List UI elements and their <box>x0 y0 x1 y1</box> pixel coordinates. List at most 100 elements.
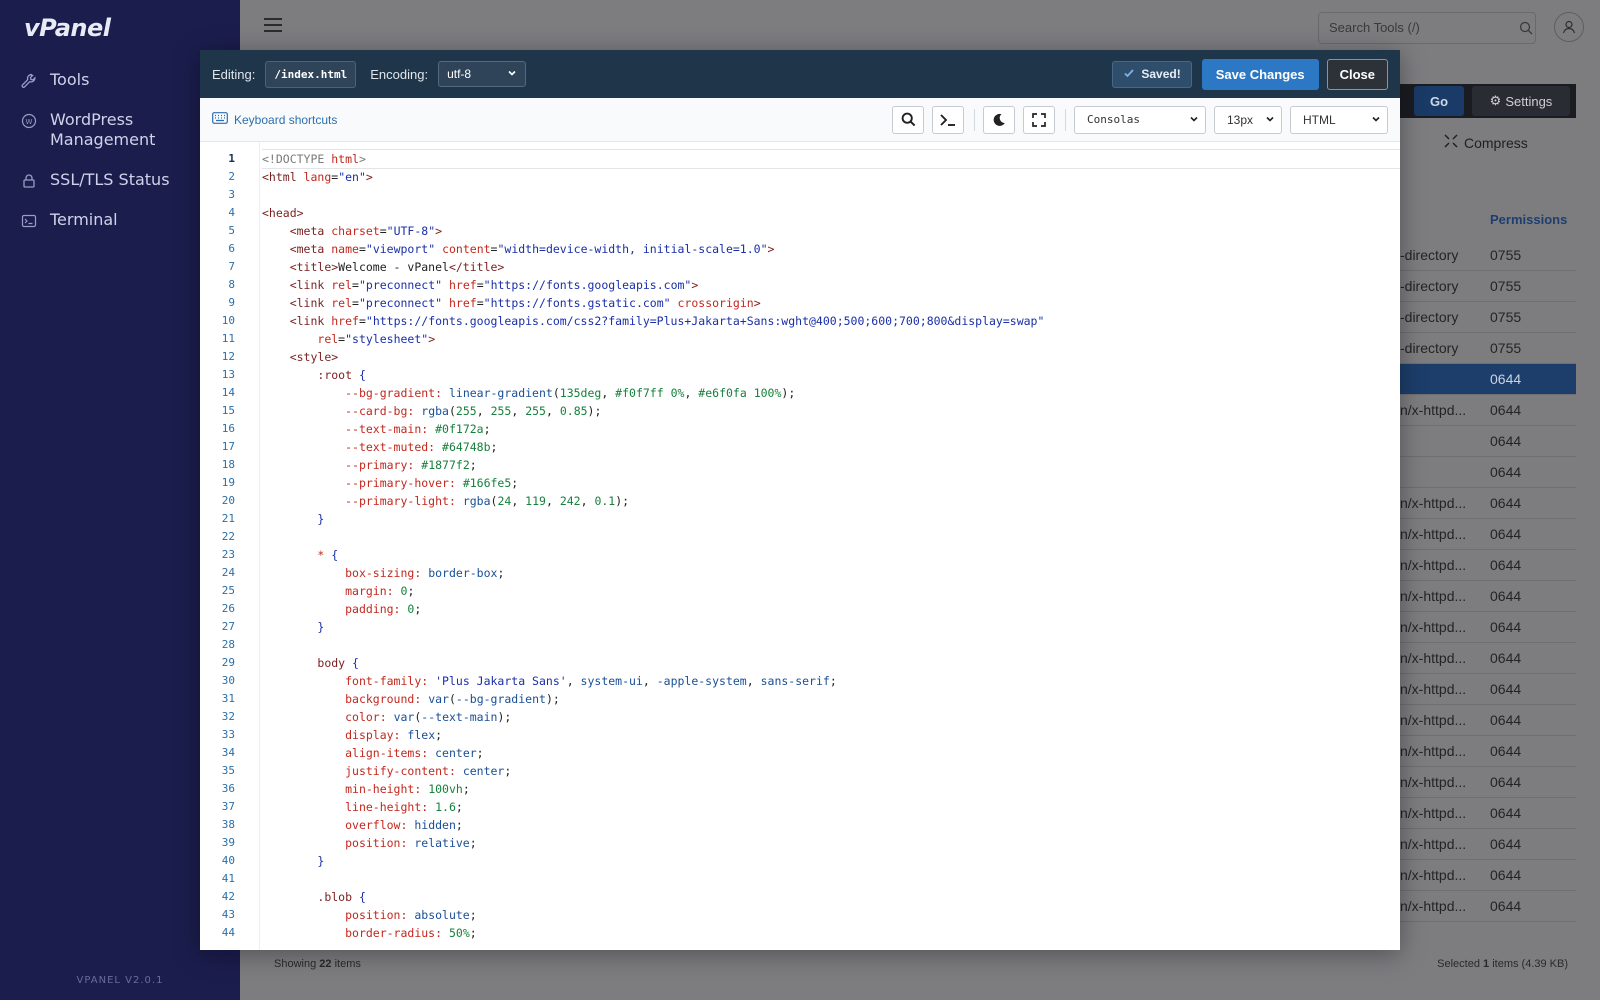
sidebar-item-label: Tools <box>50 70 90 89</box>
search-icon[interactable] <box>1519 20 1533 35</box>
lock-icon <box>20 172 38 190</box>
code-line[interactable]: <link rel="preconnect" href="https://fon… <box>262 294 1400 312</box>
code-content[interactable]: <!DOCTYPE html> <html lang="en"> <head> <… <box>262 142 1400 950</box>
command-palette-button[interactable] <box>932 105 964 134</box>
table-row[interactable]: n/x-httpd... 0644 <box>1400 550 1576 581</box>
code-line[interactable]: display: flex; <box>262 726 1400 744</box>
code-line[interactable]: box-sizing: border-box; <box>262 564 1400 582</box>
table-row[interactable]: n/x-httpd... 0644 <box>1400 767 1576 798</box>
find-button[interactable] <box>892 105 924 134</box>
code-line[interactable]: --primary: #1877f2; <box>262 456 1400 474</box>
table-row[interactable]: -directory 0755 <box>1400 302 1576 333</box>
font-family-select[interactable]: Consolas <box>1074 105 1206 134</box>
code-line[interactable]: } <box>262 618 1400 636</box>
table-row[interactable]: n/x-httpd... 0644 <box>1400 612 1576 643</box>
file-type-cell: n/x-httpd... <box>1400 557 1467 573</box>
code-line[interactable]: --primary-light: rgba(24, 119, 242, 0.1)… <box>262 492 1400 510</box>
code-line[interactable]: --text-main: #0f172a; <box>262 420 1400 438</box>
code-line[interactable] <box>262 636 1400 654</box>
table-row[interactable]: -directory 0755 <box>1400 271 1576 302</box>
compress-button[interactable]: Compress <box>1444 134 1528 151</box>
code-line[interactable]: <link rel="preconnect" href="https://fon… <box>262 276 1400 294</box>
code-line[interactable]: .blob { <box>262 888 1400 906</box>
code-line[interactable] <box>262 528 1400 546</box>
table-row[interactable]: n/x-httpd... 0644 <box>1400 488 1576 519</box>
table-row[interactable]: n/x-httpd... 0644 <box>1400 581 1576 612</box>
table-row[interactable]: n/x-httpd... 0644 <box>1400 891 1576 922</box>
code-line[interactable]: * { <box>262 546 1400 564</box>
table-row[interactable]: -directory 0755 <box>1400 240 1576 271</box>
code-line[interactable]: <head> <box>262 204 1400 222</box>
code-line[interactable] <box>262 870 1400 888</box>
table-row[interactable]: n/x-httpd... 0644 <box>1400 705 1576 736</box>
code-line[interactable]: font-family: 'Plus Jakarta Sans', system… <box>262 672 1400 690</box>
code-line[interactable]: padding: 0; <box>262 600 1400 618</box>
line-number: 16 <box>221 422 235 435</box>
app-logo[interactable]: vPanel <box>24 14 111 42</box>
code-line[interactable]: line-height: 1.6; <box>262 798 1400 816</box>
code-line[interactable]: <html lang="en"> <box>262 168 1400 186</box>
table-row[interactable]: n/x-httpd... 0644 <box>1400 643 1576 674</box>
code-line[interactable]: } <box>262 510 1400 528</box>
fullscreen-button[interactable] <box>1023 105 1055 134</box>
code-line[interactable]: min-height: 100vh; <box>262 780 1400 798</box>
table-row[interactable]: n/x-httpd... 0644 <box>1400 736 1576 767</box>
encoding-select[interactable]: utf-8 <box>438 61 527 87</box>
table-row[interactable]: 0644 <box>1400 364 1576 395</box>
settings-button[interactable]: ⚙ Settings <box>1472 86 1570 116</box>
language-mode-select[interactable]: HTML <box>1290 105 1388 134</box>
table-row[interactable]: n/x-httpd... 0644 <box>1400 829 1576 860</box>
line-number: 29 <box>221 656 235 669</box>
permissions-column-header[interactable]: Permissions <box>1490 212 1567 227</box>
user-avatar-button[interactable] <box>1554 12 1584 42</box>
permissions-cell: 0644 <box>1490 836 1522 852</box>
code-line[interactable]: align-items: center; <box>262 744 1400 762</box>
code-line[interactable]: --primary-hover: #166fe5; <box>262 474 1400 492</box>
code-line[interactable]: justify-content: center; <box>262 762 1400 780</box>
code-line[interactable]: <meta name="viewport" content="width=dev… <box>262 240 1400 258</box>
close-button[interactable]: Close <box>1326 58 1388 90</box>
code-line[interactable]: position: relative; <box>262 834 1400 852</box>
search-input[interactable]: Search Tools (/) <box>1318 12 1536 44</box>
go-button[interactable]: Go <box>1414 86 1464 116</box>
line-number: 26 <box>221 602 235 615</box>
code-line[interactable]: --card-bg: rgba(255, 255, 255, 0.85); <box>262 402 1400 420</box>
table-row[interactable]: n/x-httpd... 0644 <box>1400 519 1576 550</box>
showing-count: Showing 22 items <box>274 958 361 970</box>
code-editor[interactable]: 1 2 3 4 5 6 7 8 9 10 11 12 13 14 15 16 17 18 19 20 21 22 23 24 2… <box>200 142 1400 950</box>
theme-toggle-button[interactable] <box>983 105 1015 134</box>
code-line[interactable] <box>262 186 1400 204</box>
line-number: 30 <box>221 674 235 687</box>
code-line[interactable]: overflow: hidden; <box>262 816 1400 834</box>
code-line[interactable]: --text-muted: #64748b; <box>262 438 1400 456</box>
keyboard-shortcuts-link[interactable]: Keyboard shortcuts <box>212 112 337 127</box>
table-row[interactable]: n/x-httpd... 0644 <box>1400 674 1576 705</box>
code-line[interactable]: <link href="https://fonts.googleapis.com… <box>262 312 1400 330</box>
code-line[interactable]: --bg-gradient: linear-gradient(135deg, #… <box>262 384 1400 402</box>
code-line[interactable]: border-radius: 50%; <box>262 924 1400 942</box>
code-line[interactable]: <meta charset="UTF-8"> <box>262 222 1400 240</box>
sidebar-item-label: Terminal <box>50 210 118 229</box>
code-line[interactable]: background: var(--bg-gradient); <box>262 690 1400 708</box>
user-icon <box>1562 20 1576 34</box>
code-line[interactable]: rel="stylesheet"> <box>262 330 1400 348</box>
code-line[interactable]: <!DOCTYPE html> <box>262 149 1400 169</box>
code-line[interactable]: <title>Welcome - vPanel</title> <box>262 258 1400 276</box>
table-row[interactable]: n/x-httpd... 0644 <box>1400 860 1576 891</box>
code-line[interactable]: :root { <box>262 366 1400 384</box>
code-line[interactable]: margin: 0; <box>262 582 1400 600</box>
line-number: 41 <box>221 872 235 885</box>
code-line[interactable]: } <box>262 852 1400 870</box>
code-line[interactable]: color: var(--text-main); <box>262 708 1400 726</box>
table-row[interactable]: -directory 0755 <box>1400 333 1576 364</box>
code-line[interactable]: body { <box>262 654 1400 672</box>
table-row[interactable]: n/x-httpd... 0644 <box>1400 395 1576 426</box>
hamburger-menu-icon[interactable] <box>264 18 282 32</box>
table-row[interactable]: n/x-httpd... 0644 <box>1400 798 1576 829</box>
table-row[interactable]: 0644 <box>1400 457 1576 488</box>
code-line[interactable]: position: absolute; <box>262 906 1400 924</box>
save-changes-button[interactable]: Save Changes <box>1201 58 1319 90</box>
font-size-select[interactable]: 13px <box>1214 105 1282 134</box>
code-line[interactable]: <style> <box>262 348 1400 366</box>
table-row[interactable]: 0644 <box>1400 426 1576 457</box>
